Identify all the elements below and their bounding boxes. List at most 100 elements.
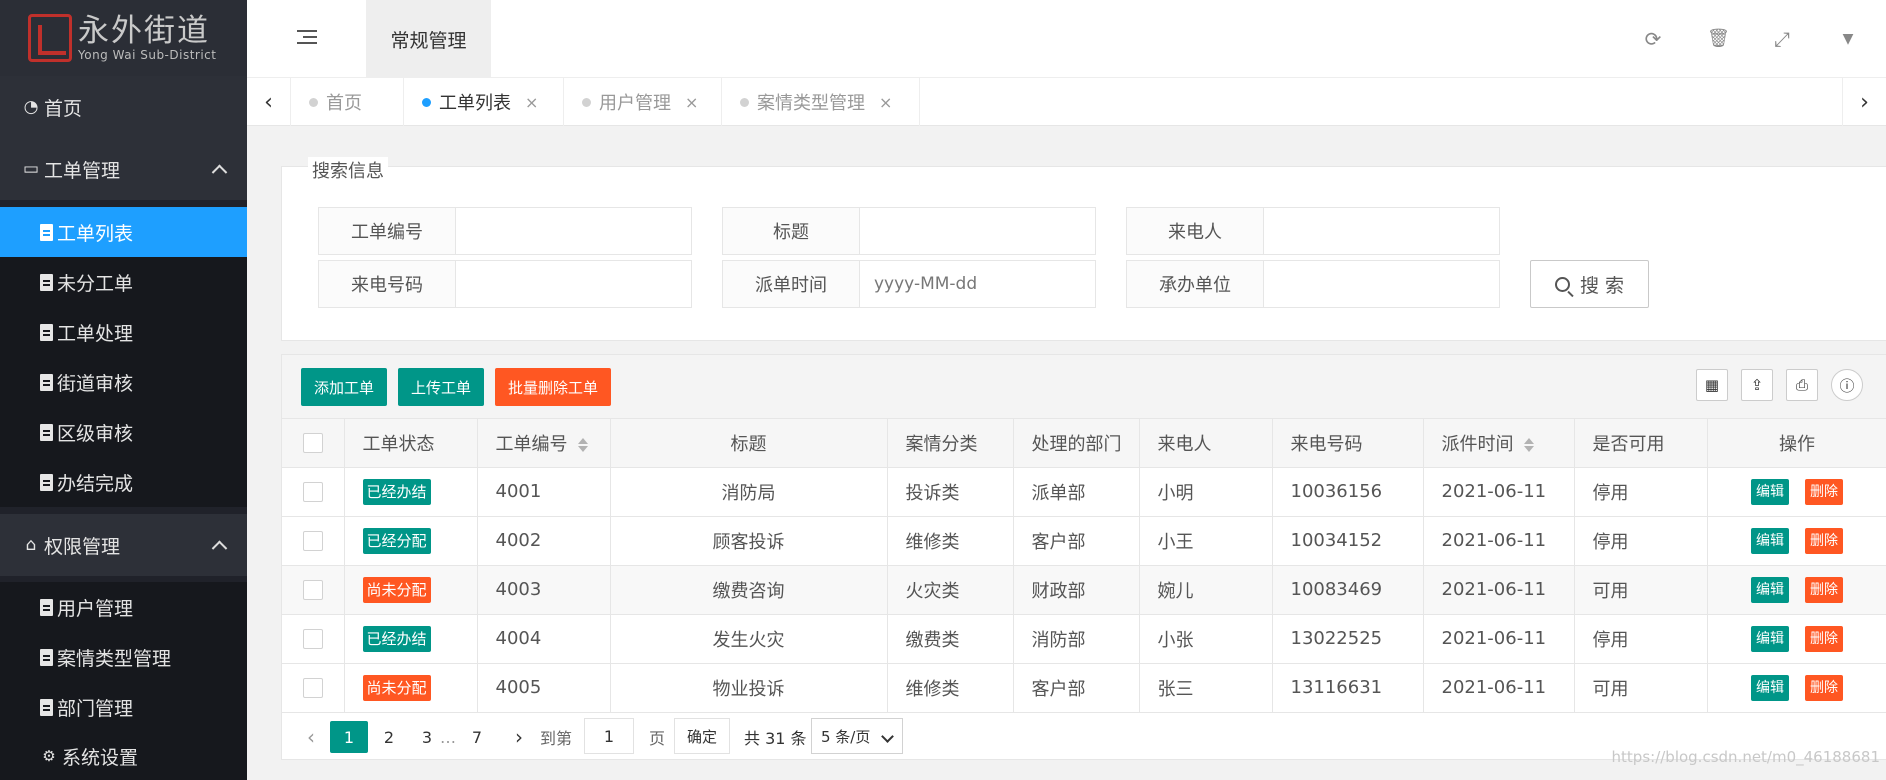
- file-icon: [40, 648, 53, 666]
- order-number-cell: 4003: [477, 565, 611, 615]
- row-checkbox[interactable]: [302, 580, 323, 600]
- sidebar: 永外街道 Yong Wai Sub-District ◔ 首页 ▭ 工单管理 工…: [0, 0, 247, 780]
- next-page-icon[interactable]: ›: [504, 721, 534, 753]
- fullscreen-icon[interactable]: ⤢: [1771, 28, 1793, 50]
- sidebar-item-street-review[interactable]: 街道审核: [0, 357, 247, 407]
- dispatch-date-input[interactable]: [860, 261, 1095, 307]
- edit-button[interactable]: 编辑: [1751, 576, 1789, 603]
- actions-cell: 编辑 删除: [1707, 565, 1886, 615]
- goto-page-input[interactable]: 1: [584, 718, 634, 754]
- goto-confirm-button[interactable]: 确定: [674, 718, 730, 754]
- sort-icon[interactable]: [577, 437, 588, 452]
- edit-button[interactable]: 编辑: [1751, 527, 1789, 554]
- sidebar-item-processing[interactable]: 工单处理: [0, 307, 247, 357]
- sidebar-item-work-order-list[interactable]: 工单列表: [0, 207, 247, 257]
- delete-button[interactable]: 删除: [1805, 527, 1843, 554]
- prev-page-icon[interactable]: ‹: [296, 721, 326, 753]
- sidebar-item-users[interactable]: 用户管理: [0, 582, 247, 632]
- export-icon[interactable]: ⇪: [1741, 369, 1773, 401]
- tab-home[interactable]: 首页: [291, 78, 404, 126]
- tab-case-type-management[interactable]: 案情类型管理 ×: [722, 78, 920, 126]
- sidebar-item-unassigned[interactable]: 未分工单: [0, 257, 247, 307]
- close-icon[interactable]: ×: [525, 93, 538, 112]
- sidebar-item-label: 未分工单: [57, 272, 134, 295]
- sidebar-item-label: 工单处理: [57, 322, 134, 345]
- phone-cell: 10034152: [1272, 516, 1424, 566]
- column-header-actions: 操作: [1707, 419, 1886, 468]
- row-select-cell: [282, 614, 345, 664]
- row-checkbox[interactable]: [302, 629, 323, 649]
- header-tab-general[interactable]: 常规管理: [366, 0, 491, 78]
- actions-cell: 编辑 删除: [1707, 467, 1886, 517]
- delete-button[interactable]: 删除: [1805, 576, 1843, 603]
- status-badge: 已经分配: [362, 527, 431, 554]
- sidebar-item-case-types[interactable]: 案情类型管理: [0, 632, 247, 682]
- page-last[interactable]: 7: [462, 721, 492, 753]
- select-all-checkbox[interactable]: [302, 433, 323, 454]
- sidebar-item-district-review[interactable]: 区级审核: [0, 407, 247, 457]
- trash-icon[interactable]: 🗑: [1707, 28, 1730, 50]
- dropdown-icon[interactable]: ▼: [1837, 28, 1859, 50]
- sort-icon[interactable]: [1523, 437, 1534, 452]
- info-icon[interactable]: ⓘ: [1831, 369, 1863, 401]
- sidebar-item-completed[interactable]: 办结完成: [0, 457, 247, 507]
- row-checkbox[interactable]: [302, 531, 323, 551]
- status-cell: 尚未分配: [344, 565, 478, 615]
- search-button[interactable]: 搜 索: [1530, 260, 1649, 308]
- close-icon[interactable]: ×: [685, 93, 698, 112]
- tab-user-management[interactable]: 用户管理 ×: [564, 78, 722, 126]
- work-order-table: 工单状态 工单编号 标题 案情分类 处理的部门 来电人 来电号码 派件时间 是否…: [282, 419, 1886, 713]
- date-cell: 2021-06-11: [1423, 516, 1575, 566]
- page-2[interactable]: 2: [374, 721, 404, 753]
- logo-mark-icon: [28, 14, 72, 62]
- sidebar-group-permissions[interactable]: ⌂ 权限管理: [0, 514, 247, 576]
- date-cell: 2021-06-11: [1423, 614, 1575, 664]
- caller-input[interactable]: [1264, 208, 1499, 254]
- tabs-scroll-left-icon[interactable]: ‹: [247, 78, 291, 126]
- page-1[interactable]: 1: [330, 721, 368, 753]
- logo[interactable]: 永外街道 Yong Wai Sub-District: [0, 0, 247, 76]
- delete-button[interactable]: 删除: [1805, 478, 1843, 505]
- title-cell: 物业投诉: [610, 663, 888, 713]
- tabs-scroll-right-icon[interactable]: ›: [1842, 78, 1886, 126]
- sidebar-group-work-orders[interactable]: ▭ 工单管理: [0, 138, 247, 200]
- actions-cell: 编辑 删除: [1707, 663, 1886, 713]
- sidebar-item-departments[interactable]: 部门管理: [0, 682, 247, 732]
- page-tabs: ‹ 首页 工单列表 × 用户管理 × 案情类型管理 × ›: [247, 78, 1886, 126]
- tab-label: 首页: [326, 93, 362, 114]
- handling-unit-input[interactable]: [1264, 261, 1499, 307]
- page-size-select[interactable]: 5 条/页: [811, 718, 903, 754]
- category-cell: 维修类: [887, 663, 1014, 713]
- delete-button[interactable]: 删除: [1805, 674, 1843, 701]
- order-number-cell: 4001: [477, 467, 611, 517]
- title-input[interactable]: [860, 208, 1095, 254]
- category-cell: 投诉类: [887, 467, 1014, 517]
- row-select-cell: [282, 565, 345, 615]
- row-checkbox[interactable]: [302, 482, 323, 502]
- delete-button[interactable]: 删除: [1805, 625, 1843, 652]
- tab-work-order-list[interactable]: 工单列表 ×: [404, 78, 564, 126]
- department-cell: 派单部: [1013, 467, 1140, 517]
- sidebar-item-settings[interactable]: ⚙ 系统设置: [0, 732, 247, 780]
- field-label: 来电人: [1127, 208, 1264, 254]
- table-row: 尚未分配 4005 物业投诉 维修类 客户部 张三 13116631 2021-06-11 可用…: [282, 663, 1886, 713]
- edit-button[interactable]: 编辑: [1751, 478, 1789, 505]
- row-checkbox[interactable]: [302, 678, 323, 698]
- batch-delete-button[interactable]: 批量删除工单: [495, 368, 611, 406]
- edit-button[interactable]: 编辑: [1751, 674, 1789, 701]
- close-icon[interactable]: ×: [879, 93, 892, 112]
- edit-button[interactable]: 编辑: [1751, 625, 1789, 652]
- select-all-cell: [282, 419, 345, 468]
- refresh-icon[interactable]: ⟳: [1642, 28, 1664, 50]
- column-header-order-number[interactable]: 工单编号: [477, 419, 611, 468]
- column-header-date[interactable]: 派件时间: [1423, 419, 1575, 468]
- sidebar-item-home[interactable]: ◔ 首页: [0, 76, 247, 138]
- columns-filter-icon[interactable]: ▦: [1696, 369, 1728, 401]
- upload-work-order-button[interactable]: 上传工单: [398, 368, 484, 406]
- sidebar-item-label: 工单列表: [57, 222, 134, 245]
- caller-phone-input[interactable]: [456, 261, 691, 307]
- print-icon[interactable]: ⎙: [1786, 369, 1818, 401]
- add-work-order-button[interactable]: 添加工单: [301, 368, 387, 406]
- order-number-input[interactable]: [456, 208, 691, 254]
- menu-toggle-icon[interactable]: [297, 30, 317, 46]
